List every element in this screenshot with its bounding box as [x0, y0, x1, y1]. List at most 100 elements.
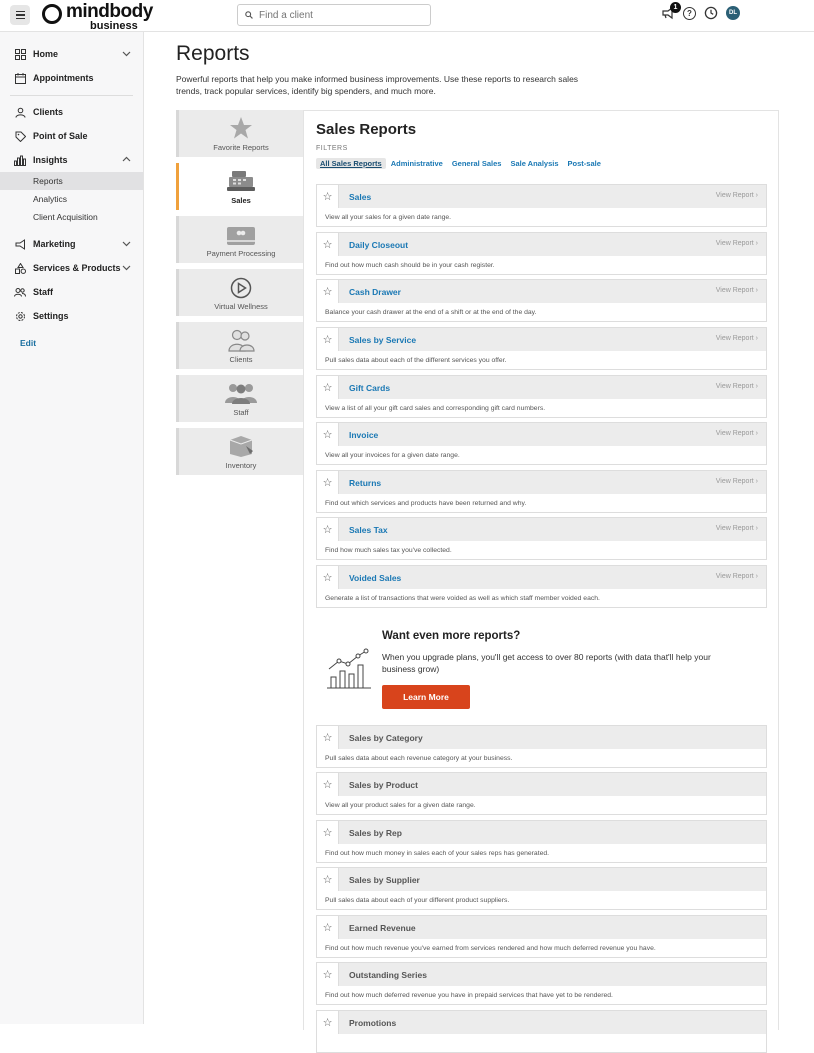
- report-description: Pull sales data about each of your diffe…: [325, 897, 510, 904]
- view-report-link[interactable]: View Report ›: [716, 335, 758, 342]
- report-card[interactable]: ☆ Daily Closeout View Report › Find out ho…: [316, 232, 767, 275]
- tab-label: Virtual Wellness: [214, 302, 268, 311]
- nav-settings[interactable]: Settings: [0, 304, 143, 328]
- report-name[interactable]: Sales by Service: [349, 335, 416, 345]
- tab-clients[interactable]: Clients: [176, 322, 303, 369]
- nav-insights[interactable]: Insights: [0, 148, 143, 172]
- nav-client-acquisition[interactable]: Client Acquisition: [0, 208, 143, 226]
- view-report-link[interactable]: View Report ›: [716, 383, 758, 390]
- nav-home[interactable]: Home: [0, 42, 143, 66]
- nav-appointments[interactable]: Appointments: [0, 66, 143, 90]
- report-card[interactable]: ☆ Sales by Service View Report › Pull sale…: [316, 327, 767, 370]
- view-report-link[interactable]: View Report ›: [716, 192, 758, 199]
- report-name[interactable]: Voided Sales: [349, 573, 401, 583]
- report-name[interactable]: Sales: [349, 192, 371, 202]
- nav-point-of-sale[interactable]: Point of Sale: [0, 124, 143, 148]
- favorite-star-icon[interactable]: ☆: [317, 726, 339, 749]
- favorite-star-icon[interactable]: ☆: [317, 566, 339, 589]
- locked-report-card[interactable]: ☆ Sales by Rep Find out how much money in…: [316, 820, 767, 863]
- nav-reports[interactable]: Reports: [0, 172, 143, 190]
- locked-report-card[interactable]: ☆ Sales by Category Pull sales data about…: [316, 725, 767, 768]
- tab-sales[interactable]: Sales: [176, 163, 303, 210]
- report-description: Pull sales data about each revenue categ…: [325, 755, 513, 762]
- tag-icon: [15, 131, 26, 142]
- staff-icon: [225, 384, 257, 404]
- play-circle-icon: [230, 277, 252, 299]
- report-name[interactable]: Gift Cards: [349, 383, 390, 393]
- report-description: Find out how much deferred revenue you h…: [325, 992, 613, 999]
- nav-marketing[interactable]: Marketing: [0, 232, 143, 256]
- favorite-star-icon[interactable]: ☆: [317, 868, 339, 891]
- locked-report-card[interactable]: ☆ Promotions: [316, 1010, 767, 1053]
- view-report-link[interactable]: View Report ›: [716, 430, 758, 437]
- favorite-star-icon[interactable]: ☆: [317, 773, 339, 796]
- megaphone-icon: [15, 238, 25, 250]
- view-report-link[interactable]: View Report ›: [716, 287, 758, 294]
- filter-post-sale[interactable]: Post-sale: [564, 158, 605, 169]
- favorite-star-icon[interactable]: ☆: [317, 963, 339, 986]
- edit-nav-link[interactable]: Edit: [20, 338, 143, 348]
- favorite-star-icon[interactable]: ☆: [317, 1011, 339, 1034]
- learn-more-button[interactable]: Learn More: [382, 685, 470, 709]
- report-card[interactable]: ☆ Sales Tax View Report › Find how much sa…: [316, 517, 767, 560]
- favorite-star-icon[interactable]: ☆: [317, 328, 339, 351]
- nav-clients[interactable]: Clients: [0, 100, 143, 124]
- nav-services-products-label: Services & Products: [33, 263, 121, 273]
- locked-report-card[interactable]: ☆ Outstanding Series Find out how much de…: [316, 962, 767, 1005]
- favorite-star-icon[interactable]: ☆: [317, 233, 339, 256]
- locked-report-card[interactable]: ☆ Sales by Product View all your product …: [316, 772, 767, 815]
- favorite-star-icon[interactable]: ☆: [317, 280, 339, 303]
- locked-report-card[interactable]: ☆ Earned Revenue Find out how much revenu…: [316, 915, 767, 958]
- help-icon[interactable]: ?: [683, 6, 696, 20]
- nav-services-products[interactable]: Services & Products: [0, 256, 143, 280]
- filter-general-sales[interactable]: General Sales: [448, 158, 506, 169]
- report-name[interactable]: Sales Tax: [349, 525, 388, 535]
- tab-payment-processing[interactable]: Payment Processing: [176, 216, 303, 263]
- report-card[interactable]: ☆ Returns View Report › Find out which ser…: [316, 470, 767, 513]
- tab-inventory[interactable]: Inventory: [176, 428, 303, 475]
- shapes-icon: [14, 262, 26, 274]
- report-card[interactable]: ☆ Sales View Report › View all your sales …: [316, 184, 767, 227]
- favorite-star-icon[interactable]: ☆: [317, 821, 339, 844]
- view-report-link[interactable]: View Report ›: [716, 525, 758, 532]
- logo[interactable]: mindbody business: [42, 2, 153, 32]
- favorite-star-icon[interactable]: ☆: [317, 376, 339, 399]
- filter-sale-analysis[interactable]: Sale Analysis: [506, 158, 562, 169]
- nav-analytics[interactable]: Analytics: [0, 190, 143, 208]
- search-input[interactable]: [259, 9, 419, 21]
- user-avatar[interactable]: DL: [726, 6, 740, 20]
- favorite-star-icon[interactable]: ☆: [317, 518, 339, 541]
- tab-favorite-reports[interactable]: Favorite Reports: [176, 110, 303, 157]
- report-card[interactable]: ☆ Gift Cards View Report › View a list of …: [316, 375, 767, 418]
- report-card[interactable]: ☆ Cash Drawer View Report › Balance your c…: [316, 279, 767, 322]
- client-search[interactable]: [237, 4, 431, 26]
- report-card[interactable]: ☆ Voided Sales View Report › Generate a li…: [316, 565, 767, 608]
- nav-appointments-label: Appointments: [33, 73, 94, 83]
- report-name: Sales by Category: [349, 732, 423, 743]
- report-card[interactable]: ☆ Invoice View Report › View all your invo…: [316, 422, 767, 465]
- filter-all-sales-reports[interactable]: All Sales Reports: [316, 158, 386, 169]
- hamburger-menu-button[interactable]: [10, 5, 30, 25]
- favorite-star-icon[interactable]: ☆: [317, 423, 339, 446]
- view-report-link[interactable]: View Report ›: [716, 573, 758, 580]
- report-description: Find how much sales tax you've collected…: [325, 547, 452, 554]
- favorite-star-icon[interactable]: ☆: [317, 185, 339, 208]
- filter-administrative[interactable]: Administrative: [387, 158, 447, 169]
- report-name[interactable]: Invoice: [349, 430, 378, 440]
- favorite-star-icon[interactable]: ☆: [317, 916, 339, 939]
- favorite-star-icon[interactable]: ☆: [317, 471, 339, 494]
- tab-virtual-wellness[interactable]: Virtual Wellness: [176, 269, 303, 316]
- report-name[interactable]: Returns: [349, 478, 381, 488]
- report-name[interactable]: Cash Drawer: [349, 287, 401, 297]
- view-report-link[interactable]: View Report ›: [716, 478, 758, 485]
- nav-staff[interactable]: Staff: [0, 280, 143, 304]
- announcements-button[interactable]: 1: [661, 2, 681, 20]
- clock-icon[interactable]: [704, 6, 718, 20]
- nav-insights-label: Insights: [33, 155, 68, 165]
- view-report-link[interactable]: View Report ›: [716, 240, 758, 247]
- calendar-icon: [14, 72, 26, 84]
- report-name[interactable]: Daily Closeout: [349, 240, 408, 250]
- sidebar: Home Appointments Clients Point of Sale …: [0, 32, 144, 1024]
- tab-staff[interactable]: Staff: [176, 375, 303, 422]
- locked-report-card[interactable]: ☆ Sales by Supplier Pull sales data about…: [316, 867, 767, 910]
